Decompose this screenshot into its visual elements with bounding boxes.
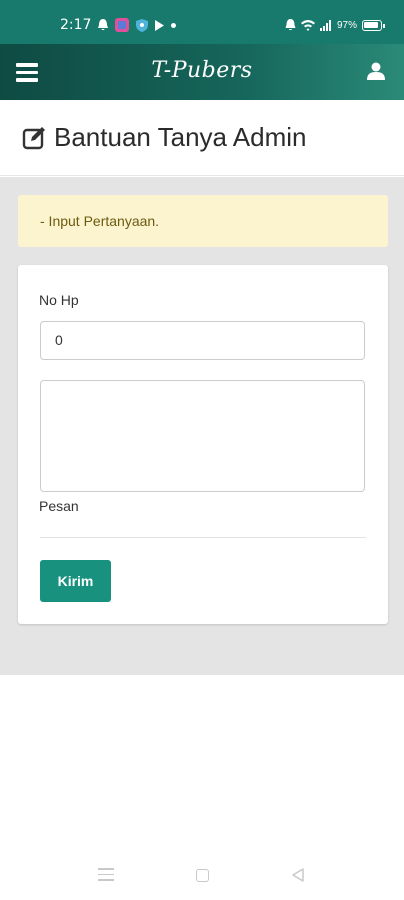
brand-logo[interactable]: T-Pubers <box>0 58 404 83</box>
signal-icon <box>319 19 331 31</box>
status-time: 2:17 <box>60 17 92 33</box>
vpn-shield-icon <box>136 18 148 32</box>
page-header: Bantuan Tanya Admin <box>0 100 404 176</box>
system-navigation-bar <box>0 850 404 900</box>
form-divider <box>40 537 366 538</box>
alert-text: - Input Pertanyaan. <box>40 213 160 229</box>
page-title-text: Bantuan Tanya Admin <box>54 122 307 152</box>
page-title: Bantuan Tanya Admin <box>22 122 306 153</box>
status-bar: 2:17 97% <box>0 0 404 44</box>
play-icon <box>155 19 164 31</box>
app-notification-icon <box>115 18 129 32</box>
battery-percentage: 97% <box>336 19 357 31</box>
back-icon[interactable] <box>290 867 306 883</box>
recents-icon[interactable] <box>98 868 114 882</box>
question-form-card: No Hp 0 Pesan Kirim <box>18 265 388 624</box>
info-alert: - Input Pertanyaan. <box>18 195 388 247</box>
main-content: - Input Pertanyaan. No Hp 0 Pesan Kirim <box>0 177 404 675</box>
silent-bell-icon <box>285 19 296 31</box>
submit-button[interactable]: Kirim <box>40 560 111 602</box>
home-icon[interactable] <box>196 869 209 882</box>
alarm-icon <box>98 19 108 31</box>
wifi-icon <box>300 19 315 31</box>
app-navbar: T-Pubers <box>0 44 404 100</box>
message-label: Pesan <box>39 498 79 514</box>
battery-icon <box>362 19 385 31</box>
system-status-icons: 97% <box>285 17 385 33</box>
dot-icon <box>171 22 176 28</box>
notification-icons <box>98 17 176 33</box>
user-icon[interactable] <box>366 61 386 81</box>
message-textarea[interactable] <box>40 380 365 492</box>
edit-icon <box>22 126 45 149</box>
phone-input[interactable]: 0 <box>40 321 365 360</box>
phone-label: No Hp <box>39 292 79 308</box>
